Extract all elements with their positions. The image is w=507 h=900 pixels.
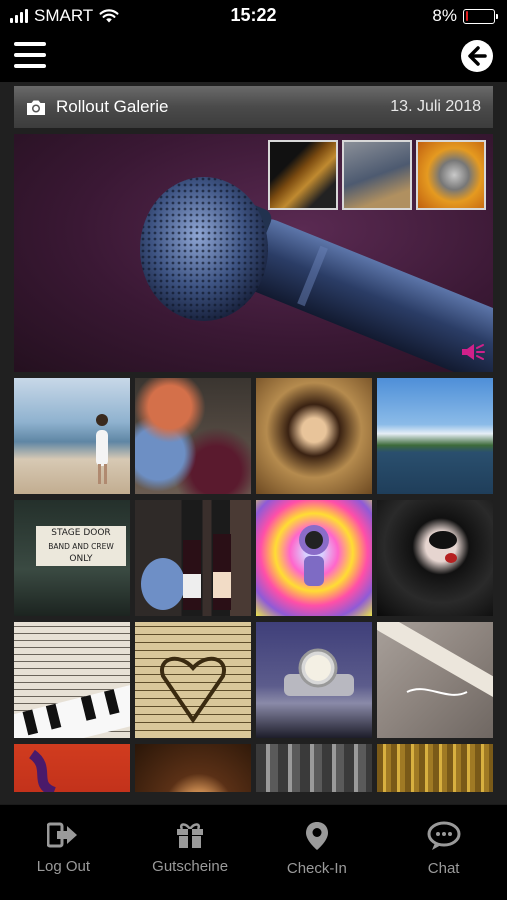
status-bar: SMART 15:22 8% — [0, 0, 507, 30]
tab-label: Log Out — [36, 858, 91, 875]
photo-stage-door-sign[interactable]: STAGE DOOR BAND AND CREW ONLY — [14, 500, 130, 616]
photo-cartoon-figure[interactable] — [256, 500, 372, 616]
battery-icon — [463, 8, 498, 24]
tab-log-out[interactable]: Log Out — [0, 805, 127, 900]
microphone-thumbnail[interactable] — [416, 140, 486, 210]
battery-percent: 8% — [432, 6, 457, 25]
clock: 15:22 — [230, 5, 277, 25]
gallery-header: Rollout Galerie 13. Juli 2018 — [14, 86, 493, 128]
photo-wine-flowers[interactable] — [135, 378, 251, 494]
photo-grid: STAGE DOOR BAND AND CREW ONLY — [14, 378, 493, 792]
location-pin-icon — [305, 822, 328, 850]
photo-wine-bottles[interactable] — [135, 500, 251, 616]
photo-cathedral-interior[interactable] — [256, 744, 372, 792]
gift-icon — [177, 823, 204, 848]
photo-piano-sheet-music[interactable] — [14, 622, 149, 756]
guitar-thumbnail[interactable] — [268, 140, 338, 210]
hero-image-microphone[interactable] — [14, 134, 493, 372]
photo-wristwatch[interactable] — [256, 622, 372, 738]
tab-gutscheine[interactable]: Gutscheine — [127, 805, 254, 900]
photo-rock-singer[interactable] — [377, 500, 493, 616]
photo-beach-woman[interactable] — [14, 378, 130, 494]
tab-label: Chat — [427, 860, 460, 877]
top-bar — [0, 30, 507, 82]
photo-violin-red[interactable] — [14, 744, 130, 792]
photo-violinist[interactable] — [256, 378, 372, 494]
photo-lake-house[interactable] — [377, 378, 493, 494]
tab-chat[interactable]: Chat — [380, 805, 507, 900]
guitarist-thumbnail[interactable] — [342, 140, 412, 210]
photo-concert-hall[interactable] — [377, 744, 493, 792]
stage-door-line-3: ONLY — [69, 554, 93, 564]
gallery-title: Rollout Galerie — [56, 97, 169, 116]
gallery-date: 13. Juli 2018 — [390, 98, 481, 115]
hamburger-menu-icon[interactable] — [14, 42, 46, 68]
camera-icon — [27, 100, 45, 115]
back-arrow-icon[interactable] — [461, 40, 493, 72]
bottom-tab-bar: Log Out Gutscheine Check-In Chat — [0, 804, 507, 900]
chat-bubble-icon — [427, 821, 461, 850]
speaker-icon[interactable] — [461, 342, 485, 362]
tab-label: Gutscheine — [152, 858, 229, 875]
stage-door-line-2: BAND AND CREW — [48, 542, 114, 551]
logout-icon — [47, 822, 78, 848]
gallery-content: Rollout Galerie 13. Juli 2018 STAGE DOOR… — [0, 82, 507, 804]
tab-label: Check-In — [286, 860, 347, 877]
photo-scroll-paper[interactable] — [374, 614, 493, 738]
photo-sheet-music-heart[interactable] — [135, 622, 251, 738]
stage-door-line-1: STAGE DOOR — [51, 528, 111, 538]
photo-singer-woman[interactable] — [135, 744, 251, 792]
tab-check-in[interactable]: Check-In — [254, 805, 381, 900]
